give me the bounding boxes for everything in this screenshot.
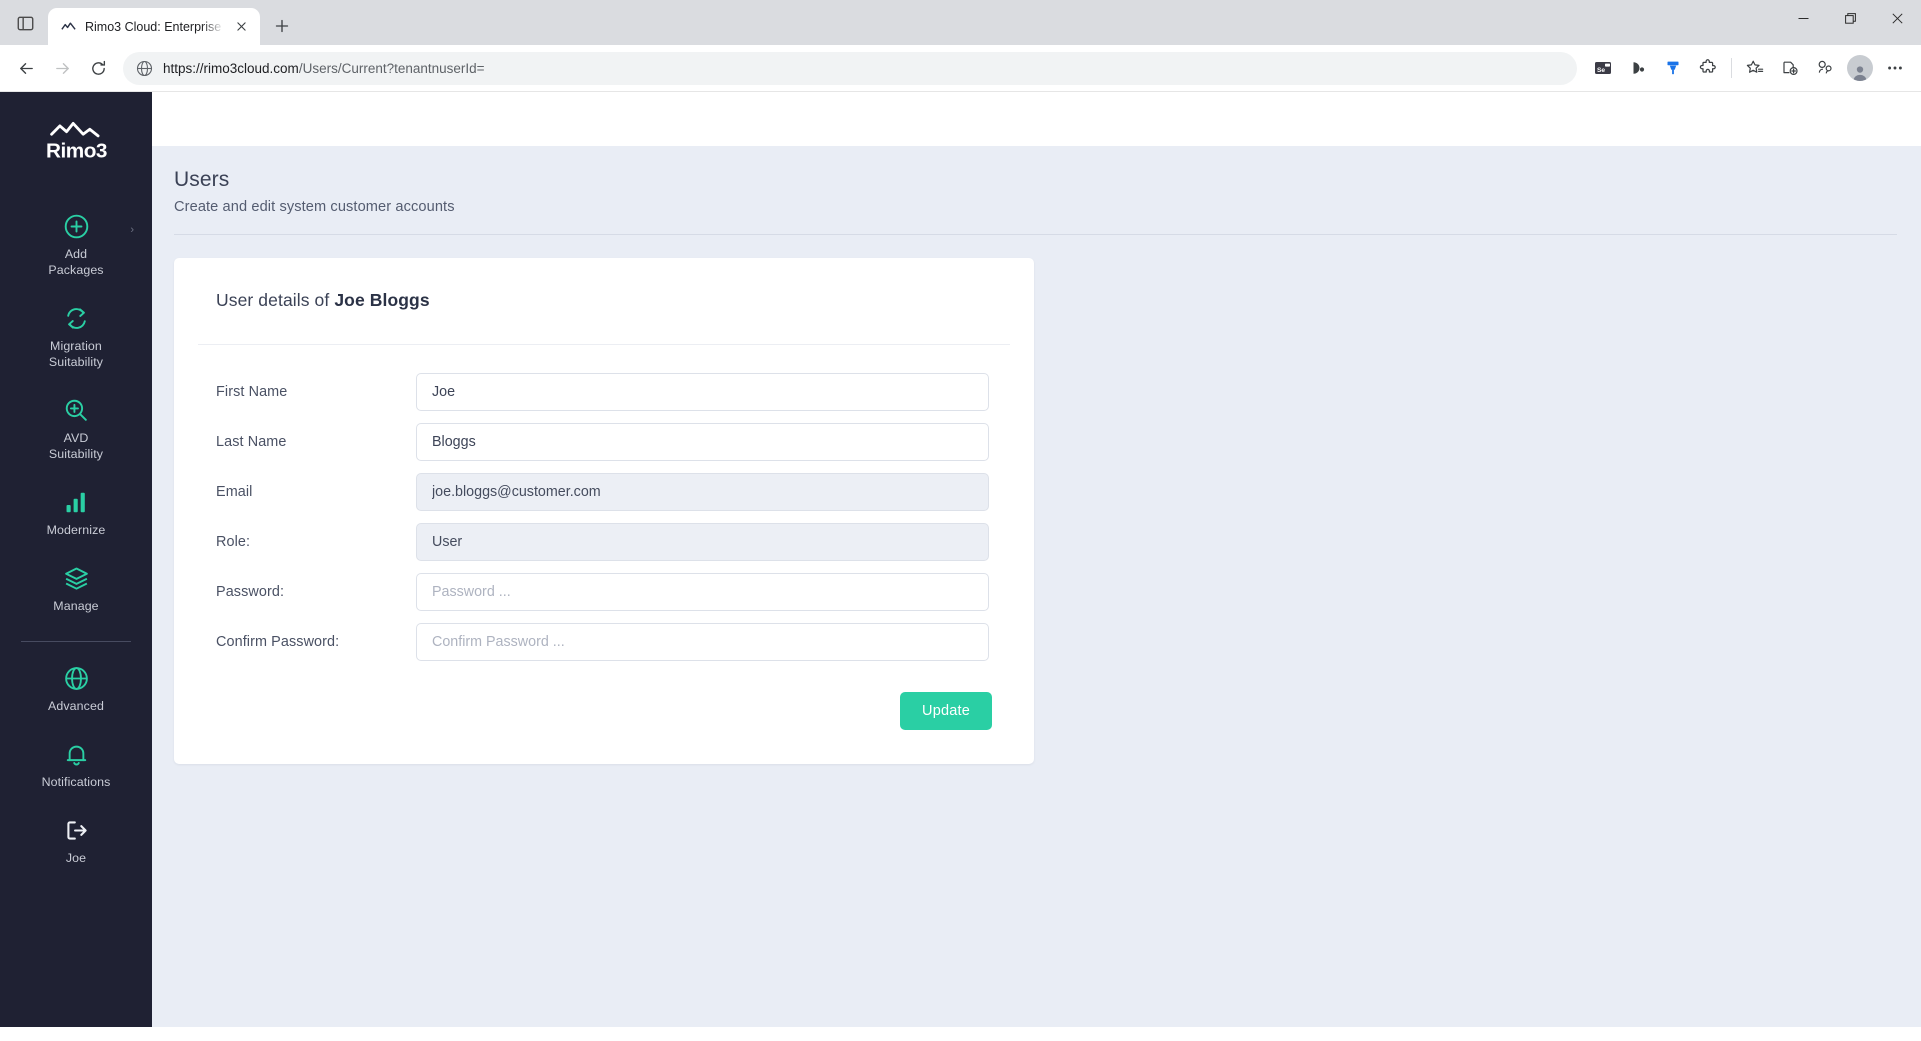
dark-extension-icon[interactable] [1621, 51, 1655, 85]
blue-trophy-icon[interactable] [1656, 51, 1690, 85]
more-settings-icon[interactable] [1878, 51, 1912, 85]
selenium-ide-icon[interactable]: Se [1586, 51, 1620, 85]
page-viewport: Rimo3 AddPackages › [0, 92, 1921, 1027]
form-row-password: Password: [174, 573, 1034, 611]
sidebar-item-modernize[interactable]: Modernize [0, 475, 152, 551]
form-row-first-name: First Name [174, 373, 1034, 411]
plus-circle-icon [62, 212, 90, 240]
bar-chart-icon [62, 488, 90, 516]
sidebar-divider [21, 641, 131, 642]
header-divider [174, 234, 1897, 235]
page-subtitle: Create and edit system customer accounts [174, 199, 1921, 215]
sidebar-item-migration-suitability[interactable]: MigrationSuitability [0, 291, 152, 383]
update-button[interactable]: Update [900, 692, 992, 730]
app-sidebar: Rimo3 AddPackages › [0, 92, 152, 1027]
split-screen-icon[interactable] [1808, 51, 1842, 85]
last-name-input[interactable] [416, 423, 989, 461]
password-label: Password: [216, 584, 416, 600]
puzzle-extensions-icon[interactable] [1691, 51, 1725, 85]
sidebar-item-add-packages[interactable]: AddPackages › [0, 199, 152, 291]
password-input[interactable] [416, 573, 989, 611]
confirm-password-label: Confirm Password: [216, 634, 416, 650]
search-plus-icon [62, 396, 90, 424]
rimo3-logo[interactable]: Rimo3 [35, 120, 118, 165]
user-details-form: First Name Last Name Email [174, 345, 1034, 730]
card-title: User details of Joe Bloggs [174, 258, 1034, 311]
first-name-label: First Name [216, 384, 416, 400]
card-title-prefix: User details of [216, 290, 334, 310]
address-bar-url: https://rimo3cloud.com/Users/Current?ten… [163, 61, 485, 76]
sidebar-item-label: Notifications [42, 774, 111, 790]
app-topbar [152, 92, 1921, 146]
sidebar-item-label: Advanced [48, 698, 104, 714]
bell-icon [62, 740, 90, 768]
sidebar-item-label: AVDSuitability [49, 430, 103, 462]
sidebar-item-manage[interactable]: Manage [0, 551, 152, 627]
form-row-confirm-password: Confirm Password: [174, 623, 1034, 661]
tab-title: Rimo3 Cloud: Enterprise Applicat [85, 20, 224, 34]
role-input[interactable] [416, 523, 989, 561]
browser-tab[interactable]: Rimo3 Cloud: Enterprise Applicat [48, 8, 260, 45]
sidebar-item-avd-suitability[interactable]: AVDSuitability [0, 383, 152, 475]
form-actions: Update [174, 692, 1034, 730]
rimo3-mountain-icon [60, 18, 77, 35]
confirm-password-input[interactable] [416, 623, 989, 661]
sidebar-item-advanced[interactable]: Advanced [0, 651, 152, 727]
collections-icon[interactable] [1773, 51, 1807, 85]
sidebar-item-label: Manage [53, 598, 98, 614]
refresh-cycle-icon [62, 304, 90, 332]
tab-sidebar-icon[interactable] [6, 4, 44, 42]
restore-icon[interactable] [1827, 0, 1874, 37]
address-bar[interactable]: https://rimo3cloud.com/Users/Current?ten… [123, 52, 1577, 85]
page-title: Users [174, 168, 1921, 192]
globe-grid-icon [62, 664, 90, 692]
svg-text:Rimo3: Rimo3 [46, 139, 107, 162]
layers-icon [62, 564, 90, 592]
chevron-right-icon: › [130, 224, 134, 236]
globe-icon [136, 60, 153, 77]
tab-strip: Rimo3 Cloud: Enterprise Applicat [0, 0, 1921, 45]
profile-avatar-icon[interactable] [1843, 51, 1877, 85]
new-tab-button[interactable] [267, 11, 297, 41]
form-row-email: Email [174, 473, 1034, 511]
form-row-role: Role: [174, 523, 1034, 561]
main-content: Users Create and edit system customer ac… [152, 92, 1921, 1027]
window-controls [1780, 0, 1921, 37]
logout-icon [62, 816, 90, 844]
last-name-label: Last Name [216, 434, 416, 450]
email-input[interactable] [416, 473, 989, 511]
page-header: Users Create and edit system customer ac… [152, 146, 1921, 215]
email-label: Email [216, 484, 416, 500]
first-name-input[interactable] [416, 373, 989, 411]
sidebar-item-label: Joe [66, 850, 86, 866]
toolbar-extensions: Se [1586, 51, 1912, 85]
arrow-forward-icon[interactable] [45, 51, 79, 85]
reload-icon[interactable] [81, 51, 115, 85]
url-path: /Users/Current?tenantnuserId= [299, 61, 485, 76]
browser-toolbar: https://rimo3cloud.com/Users/Current?ten… [0, 45, 1921, 92]
svg-text:Se: Se [1597, 67, 1605, 74]
role-label: Role: [216, 534, 416, 550]
sidebar-item-label: AddPackages [48, 246, 103, 278]
close-icon[interactable] [232, 17, 251, 36]
sidebar-item-label: Modernize [47, 522, 106, 538]
sidebar-item-label: MigrationSuitability [49, 338, 103, 370]
toolbar-divider [1731, 58, 1732, 78]
sidebar-item-logout[interactable]: Joe [0, 803, 152, 879]
window-close-icon[interactable] [1874, 0, 1921, 37]
arrow-back-icon[interactable] [9, 51, 43, 85]
user-details-card: User details of Joe Bloggs First Name La… [174, 258, 1034, 764]
form-row-last-name: Last Name [174, 423, 1034, 461]
sidebar-item-notifications[interactable]: Notifications [0, 727, 152, 803]
page-bottom-strip [0, 1027, 1921, 1041]
card-title-name: Joe Bloggs [334, 290, 429, 310]
favorites-star-icon[interactable] [1738, 51, 1772, 85]
minimize-icon[interactable] [1780, 0, 1827, 37]
browser-window: Rimo3 Cloud: Enterprise Applicat [0, 0, 1921, 1041]
url-host: https://rimo3cloud.com [163, 61, 299, 76]
